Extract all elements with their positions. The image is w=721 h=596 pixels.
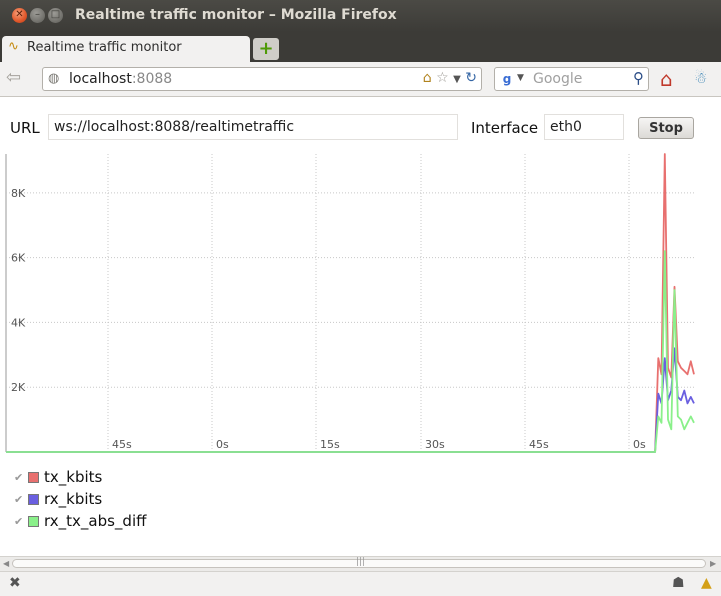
pulse-icon: ∿ [8,39,19,54]
tab-label: Realtime traffic monitor [27,40,182,55]
y-tick-label: 8K [11,187,26,200]
websocket-url-input[interactable] [48,114,458,140]
bookmark-star-icon[interactable]: ☆ [436,70,449,86]
address-text[interactable]: localhost:8088 [69,71,172,87]
lock-icon[interactable]: ▲ [701,575,712,591]
window-close-button[interactable]: ✕ [12,8,27,23]
tab-realtime-traffic[interactable]: ∿ Realtime traffic monitor [2,36,250,62]
addon-icon[interactable]: ☗ [672,575,685,591]
search-engine-dropdown-icon[interactable]: ▼ [517,73,524,83]
horizontal-scrollbar[interactable]: ◀ ||| ▶ [0,556,721,571]
stop-button[interactable]: Stop [638,117,694,139]
legend-swatch [28,516,39,527]
checkmark-icon[interactable]: ✔ [14,471,23,484]
globe-icon: ◍ [48,71,60,86]
legend-label: rx_kbits [44,490,103,508]
window-minimize-button[interactable]: – [30,8,45,23]
y-tick-label: 6K [11,252,26,265]
legend-label: rx_tx_abs_diff [44,512,147,530]
traffic-chart: 2K 4K 6K 8K 45s 0s 15s 30s 45s 0s [5,153,695,453]
search-placeholder[interactable]: Google [533,71,582,87]
scrollbar-thumb[interactable]: ||| [12,557,706,568]
interface-input[interactable] [544,114,624,140]
navigation-bar: ⇦ ◍ localhost:8088 ⌂ ☆ ▼ ↻ g ▼ Google ⚲ [0,62,721,97]
back-arrow-icon[interactable]: ⇦ [6,67,21,88]
window-maximize-button[interactable]: □ [48,8,63,23]
site-home-icon[interactable]: ⌂ [423,70,432,86]
grip-icon: ||| [356,557,366,567]
magnifier-icon[interactable]: ⚲ [633,69,644,87]
page-content: URL Interface Stop 2K 4K 6K 8K 45s 0s 15s 30s 45… [0,97,721,556]
checkmark-icon[interactable]: ✔ [14,493,23,506]
checkmark-icon[interactable]: ✔ [14,515,23,528]
series-line-tx_kbits [6,153,695,453]
status-bar: ✖ ☗ ▲ [0,571,721,596]
home-icon[interactable]: ⌂ [660,67,673,91]
history-dropdown-icon[interactable]: ▼ [453,74,461,85]
url-label: URL [10,119,40,137]
legend-label: tx_kbits [44,468,103,486]
address-bar[interactable]: ◍ localhost:8088 ⌂ ☆ ▼ ↻ [42,67,482,91]
x-tick-label: 0s [216,438,229,451]
x-tick-label: 30s [425,438,445,451]
window-title: Realtime traffic monitor – Mozilla Firef… [75,7,397,23]
x-tick-label: 45s [529,438,549,451]
window-titlebar: ✕ – □ Realtime traffic monitor – Mozilla… [0,0,721,32]
x-tick-label: 15s [320,438,340,451]
series-line-rx_tx_abs_diff [6,250,695,453]
x-tick-label: 45s [112,438,132,451]
series-line-rx_kbits [6,347,695,453]
scroll-left-arrow-icon[interactable]: ◀ [3,559,9,568]
new-tab-button[interactable]: + [253,38,279,60]
y-tick-label: 2K [11,381,26,394]
search-bar[interactable]: g ▼ Google ⚲ [494,67,649,91]
interface-label: Interface [471,119,539,137]
legend-swatch [28,494,39,505]
x-tick-label: 0s [633,438,646,451]
reload-icon[interactable]: ↻ [465,70,477,86]
y-tick-label: 4K [11,316,26,329]
close-icon[interactable]: ✖ [9,575,21,591]
extension-icon[interactable]: ☃ [694,69,707,87]
google-icon[interactable]: g [499,71,515,87]
legend-swatch [28,472,39,483]
scroll-right-arrow-icon[interactable]: ▶ [710,559,716,568]
